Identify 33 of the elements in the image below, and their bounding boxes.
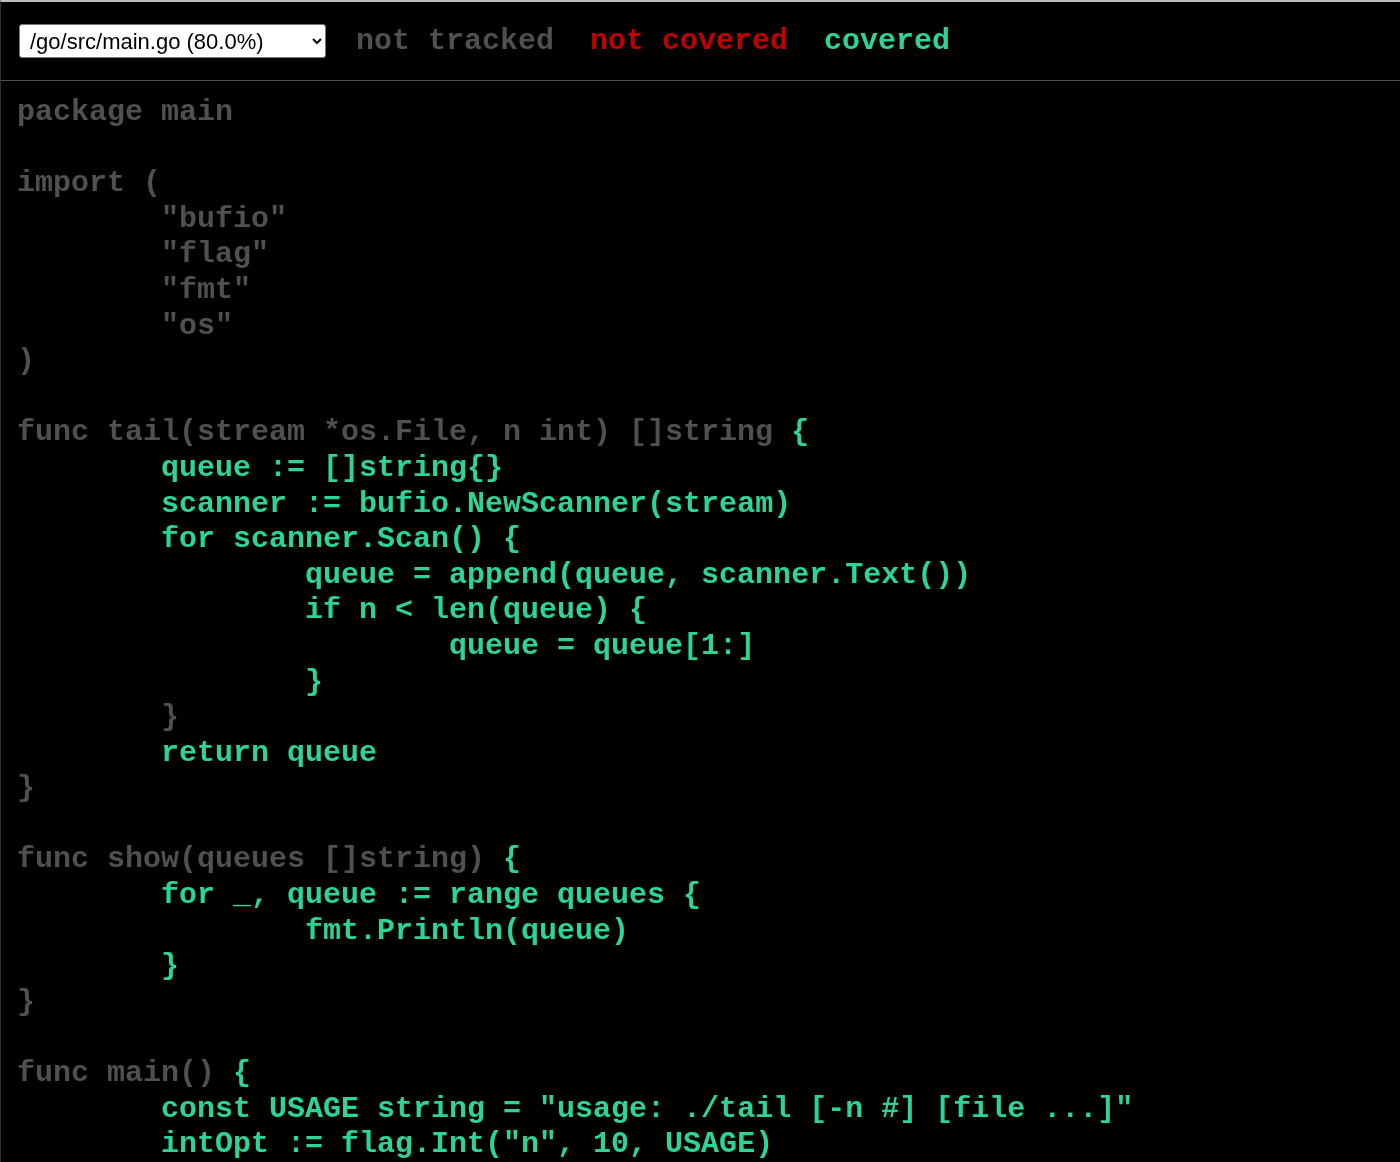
- file-select[interactable]: /go/src/main.go (80.0%): [19, 24, 326, 58]
- code-text: "flag": [160, 237, 270, 272]
- code-text: ): [17, 344, 35, 379]
- code-text: queue = append(queue, scanner.Text()): [304, 557, 972, 592]
- code-text: queue := []string{}: [160, 450, 504, 485]
- code-text: for _, queue := range queues {: [160, 878, 702, 913]
- code-text: scanner := bufio.NewScanner(stream): [160, 486, 792, 521]
- code-text: func tail(stream *os.File, n int) []string: [17, 415, 775, 450]
- code-text: if n < len(queue) {: [304, 593, 648, 628]
- code-text: fmt.Println(queue): [304, 913, 630, 948]
- code-text: }: [17, 984, 35, 1019]
- code-text: return queue: [160, 735, 378, 770]
- code-text: package main: [17, 95, 234, 129]
- code-text: func main(): [17, 1056, 217, 1091]
- code-text: func show(queues []string): [17, 842, 487, 877]
- code-text: }: [17, 771, 35, 806]
- code-text: const USAGE string = "usage: ./tail [-n #] [file ...]": [160, 1091, 1134, 1126]
- code-text: "bufio": [160, 201, 288, 236]
- code-text: import (: [17, 166, 162, 201]
- code-text: "os": [160, 308, 234, 343]
- code-text: {: [503, 842, 522, 877]
- code-text: "fmt": [160, 272, 252, 307]
- code-text: for scanner.Scan() {: [160, 522, 522, 557]
- legend-label: not covered: [590, 22, 789, 60]
- legend-label: not tracked: [356, 22, 555, 60]
- code-text: }: [160, 949, 180, 984]
- code-text: }: [160, 700, 180, 735]
- code-text: {: [791, 415, 810, 450]
- code-text: {: [233, 1056, 252, 1091]
- legend-label: covered: [824, 22, 951, 60]
- code-text: queue = queue[1:]: [448, 628, 756, 663]
- code-text: }: [304, 664, 324, 699]
- code-text: intOpt := flag.Int("n", 10, USAGE): [160, 1127, 774, 1162]
